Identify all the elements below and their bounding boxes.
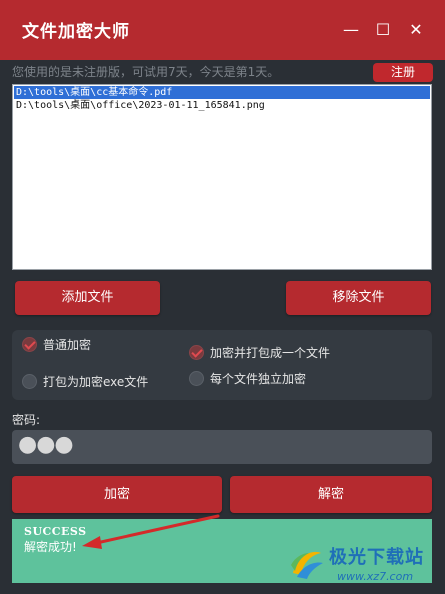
password-input[interactable]: ●●●: [12, 430, 432, 464]
watermark-title: 极光下载站: [329, 547, 424, 568]
option-label: 每个文件独立加密: [210, 372, 307, 386]
radio-unchecked-icon[interactable]: [189, 371, 204, 386]
minimize-icon[interactable]: —: [340, 19, 362, 41]
add-file-button[interactable]: 添加文件: [15, 281, 160, 315]
decrypt-button[interactable]: 解密: [230, 476, 432, 513]
password-label: 密码:: [12, 413, 41, 427]
watermark-logo-icon: [291, 551, 323, 579]
register-button[interactable]: 注册: [373, 63, 433, 82]
close-icon[interactable]: ✕: [405, 19, 427, 41]
option-label: 加密并打包成一个文件: [210, 346, 331, 360]
maximize-icon[interactable]: ☐: [372, 19, 394, 41]
option-label: 普通加密: [43, 338, 92, 352]
app-title: 文件加密大师: [22, 22, 130, 42]
remove-file-button[interactable]: 移除文件: [286, 281, 431, 315]
file-list[interactable]: D:\tools\桌面\cc基本命令.pdf D:\tools\桌面\offic…: [12, 84, 432, 270]
encrypt-button[interactable]: 加密: [12, 476, 222, 513]
file-list-item[interactable]: D:\tools\桌面\office\2023-01-11_165841.png: [14, 99, 430, 112]
radio-checked-icon[interactable]: [189, 345, 204, 360]
option-label: 打包为加密exe文件: [43, 375, 149, 389]
radio-checked-icon[interactable]: [22, 337, 37, 352]
red-arrow-annotation: [82, 514, 220, 549]
watermark: 极光下载站 www.xz7.com: [287, 541, 445, 593]
file-list-item-selected[interactable]: D:\tools\桌面\cc基本命令.pdf: [14, 86, 430, 99]
radio-unchecked-icon[interactable]: [22, 374, 37, 389]
trial-notice: 您使用的是未注册版，可试用7天，今天是第1天。: [12, 65, 280, 79]
watermark-url: www.xz7.com: [337, 570, 414, 583]
